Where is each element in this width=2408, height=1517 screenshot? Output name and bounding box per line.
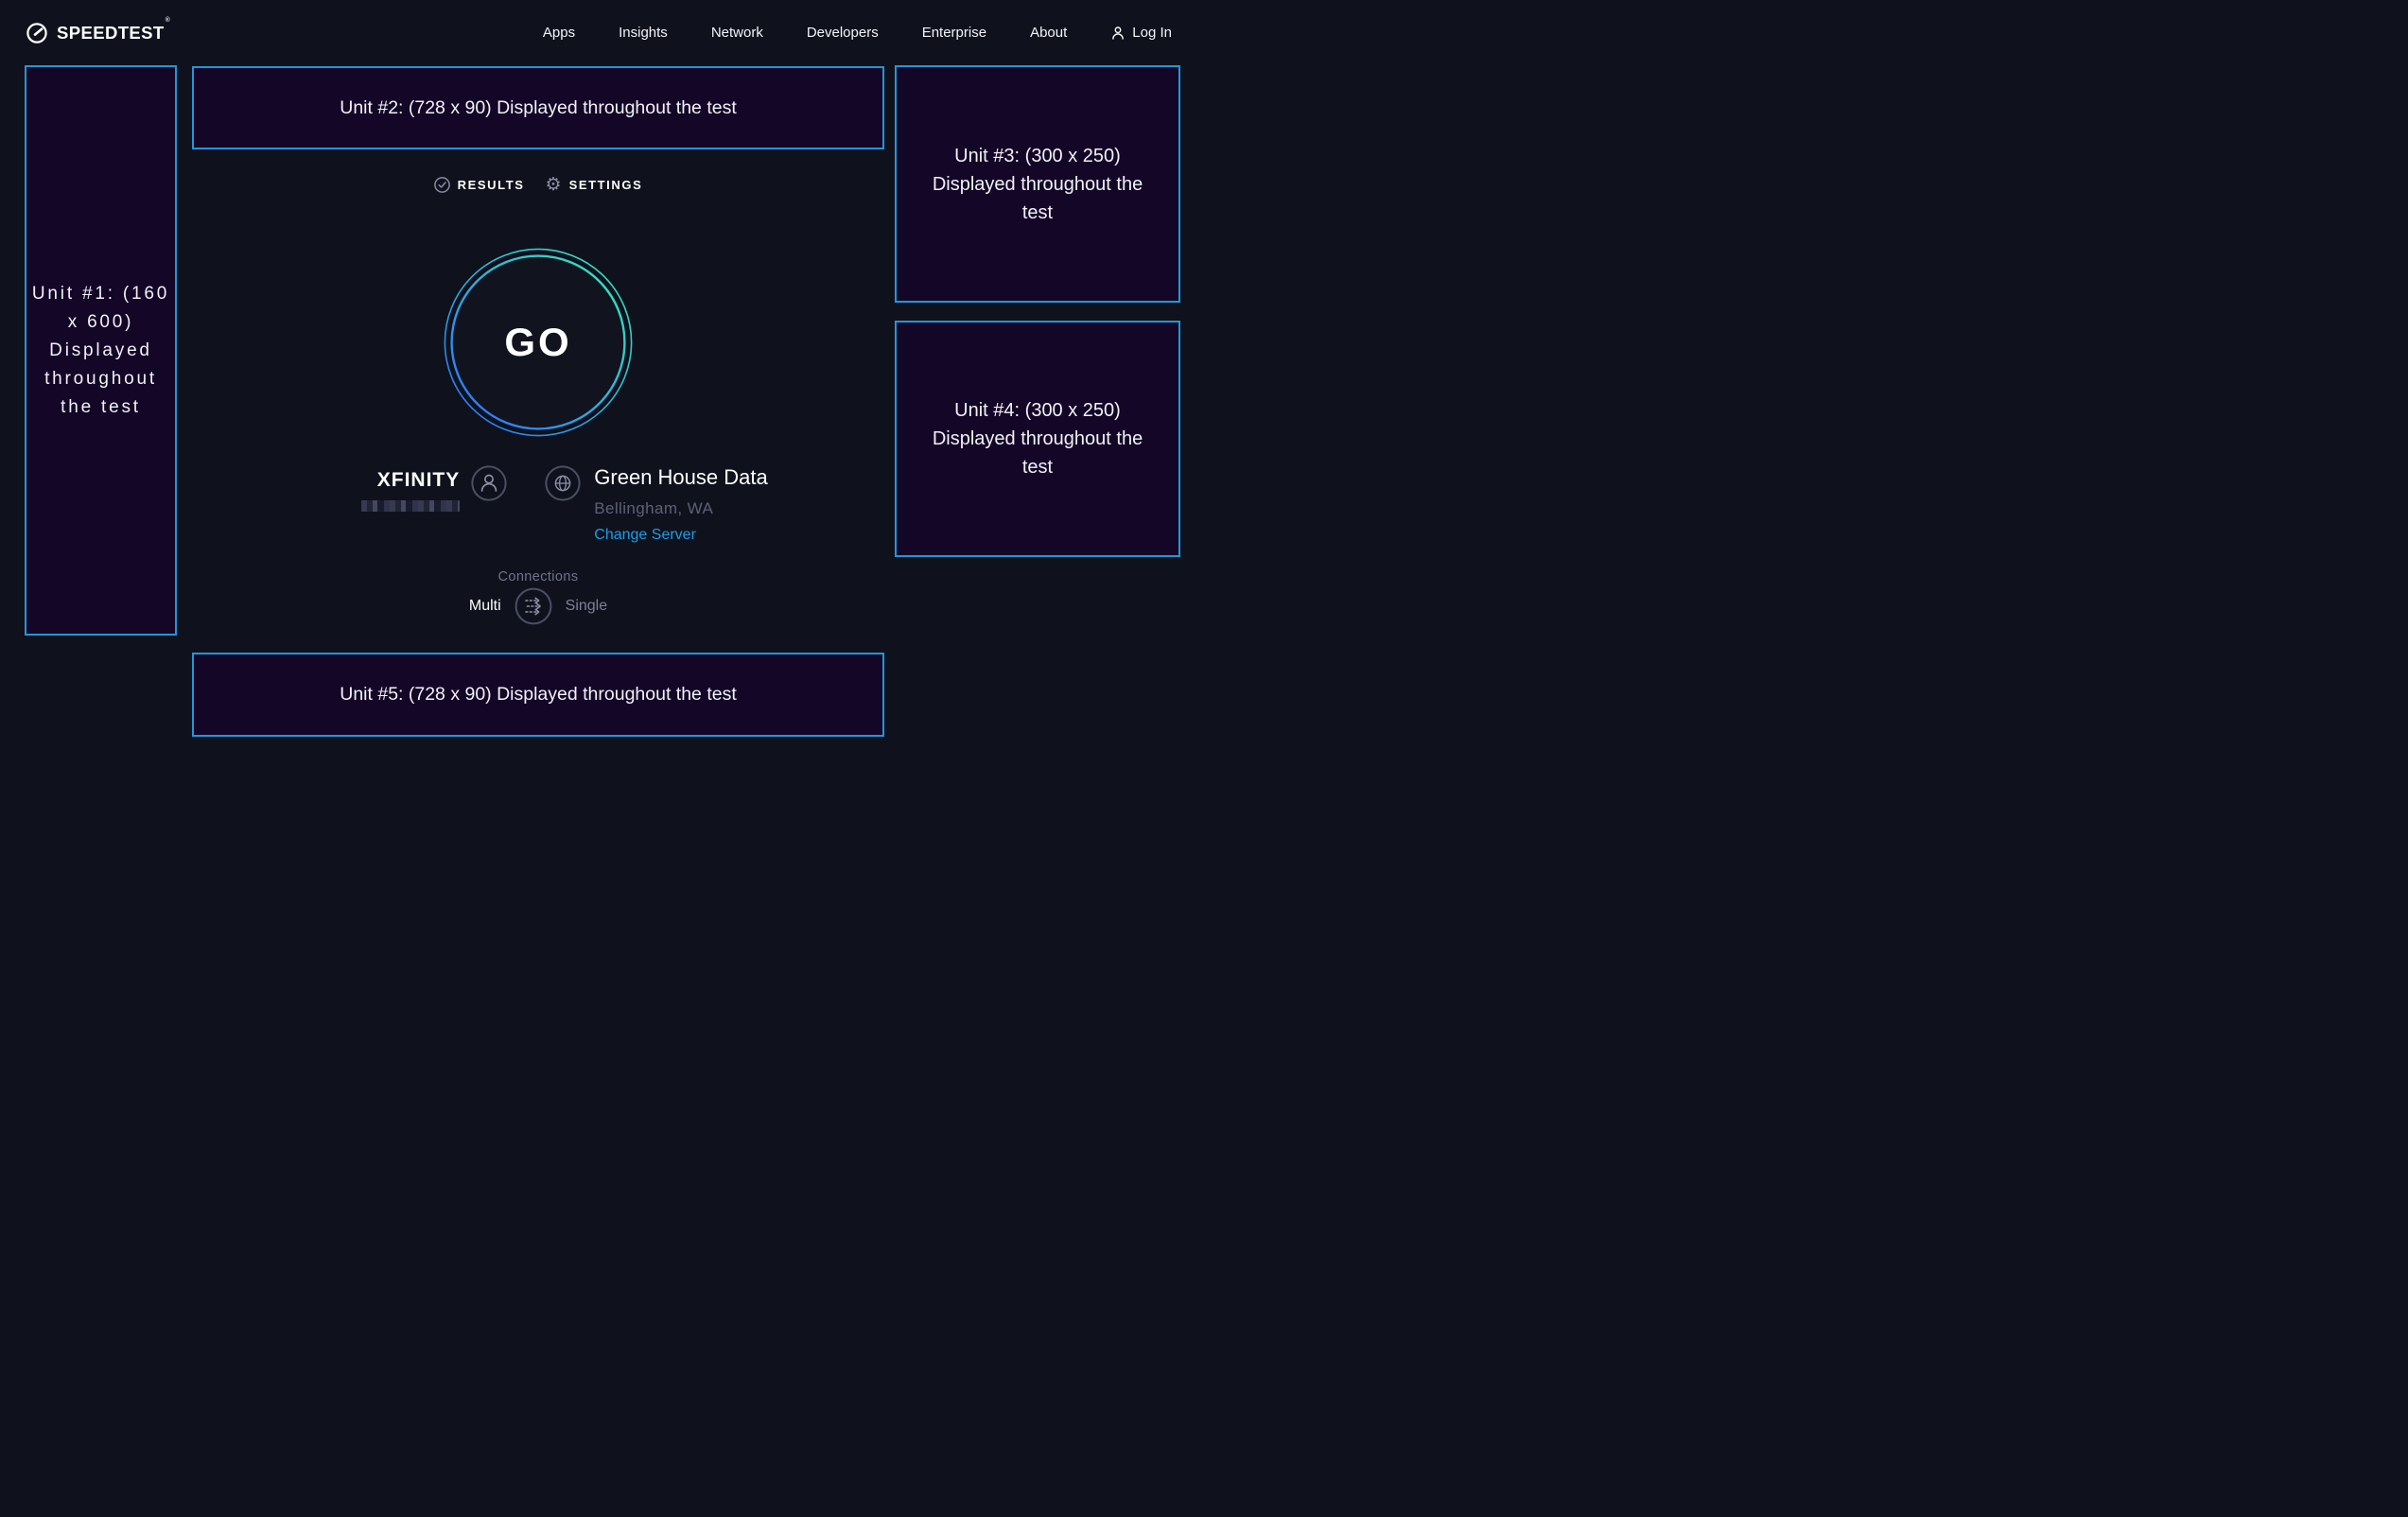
ad-unit-4[interactable]: Unit #4: (300 x 250) Displayed throughou… — [895, 321, 1180, 557]
server-name: Green House Data — [594, 465, 767, 490]
login-button[interactable]: Log In — [1110, 25, 1172, 41]
check-circle-icon — [434, 177, 450, 193]
server-location: Bellingham, WA — [594, 499, 767, 518]
person-icon — [1110, 26, 1125, 41]
go-button[interactable]: GO — [444, 248, 633, 437]
tab-settings[interactable]: ⚙ SETTINGS — [546, 176, 643, 194]
ad-unit-3-text: Unit #3: (300 x 250) Displayed throughou… — [922, 142, 1153, 227]
gauge-icon — [26, 22, 48, 44]
connections-toggle-row: Multi Single — [192, 587, 884, 625]
speedtest-page: SPEEDTEST® Apps Insights Network Develop… — [0, 0, 1204, 758]
server-info: Green House Data Bellingham, WA Change S… — [545, 465, 767, 544]
nav-item-network[interactable]: Network — [711, 25, 763, 41]
multi-stream-arrows-icon[interactable] — [515, 587, 552, 625]
ad-unit-5[interactable]: Unit #5: (728 x 90) Displayed throughout… — [192, 653, 884, 737]
tab-results-label: RESULTS — [458, 178, 525, 192]
ad-unit-5-text: Unit #5: (728 x 90) Displayed throughout… — [340, 684, 737, 706]
provider-name: XFINITY — [377, 469, 461, 492]
nav-item-insights[interactable]: Insights — [619, 25, 668, 41]
connections-multi-option[interactable]: Multi — [469, 598, 501, 615]
speedtest-logo[interactable]: SPEEDTEST® — [26, 22, 170, 44]
gear-icon: ⚙ — [546, 176, 562, 194]
ad-unit-4-text: Unit #4: (300 x 250) Displayed throughou… — [922, 396, 1153, 481]
provider-info: XFINITY — [361, 465, 507, 544]
tab-settings-label: SETTINGS — [569, 178, 643, 192]
trademark-mark: ® — [166, 17, 171, 24]
connection-info-row: XFINITY Green House Data Bellingham, WA … — [192, 465, 884, 544]
change-server-link[interactable]: Change Server — [594, 527, 767, 544]
login-label: Log In — [1132, 25, 1172, 41]
ad-unit-2-text: Unit #2: (728 x 90) Displayed throughout… — [340, 97, 737, 119]
nav-item-about[interactable]: About — [1030, 25, 1067, 41]
ad-unit-3[interactable]: Unit #3: (300 x 250) Displayed throughou… — [895, 65, 1180, 303]
go-label: GO — [444, 248, 633, 437]
tab-results[interactable]: RESULTS — [434, 176, 525, 194]
top-nav-bar: SPEEDTEST® Apps Insights Network Develop… — [0, 0, 1204, 65]
globe-icon — [545, 465, 581, 501]
ad-unit-1-text: Unit #1: (160 x 600) Displayed throughou… — [30, 280, 172, 422]
ad-unit-2[interactable]: Unit #2: (728 x 90) Displayed throughout… — [192, 66, 884, 149]
nav-item-apps[interactable]: Apps — [543, 25, 575, 41]
connections-label: Connections — [192, 569, 884, 584]
ad-unit-1[interactable]: Unit #1: (160 x 600) Displayed throughou… — [25, 65, 177, 636]
person-circle-icon — [471, 465, 507, 501]
nav-item-developers[interactable]: Developers — [807, 25, 879, 41]
tab-bar: RESULTS ⚙ SETTINGS — [192, 176, 884, 194]
redacted-ip-pixelation — [361, 500, 460, 512]
main-nav: Apps Insights Network Developers Enterpr… — [543, 25, 1172, 41]
logo-text: SPEEDTEST® — [57, 23, 170, 44]
nav-item-enterprise[interactable]: Enterprise — [922, 25, 986, 41]
connections-single-option[interactable]: Single — [566, 598, 607, 615]
